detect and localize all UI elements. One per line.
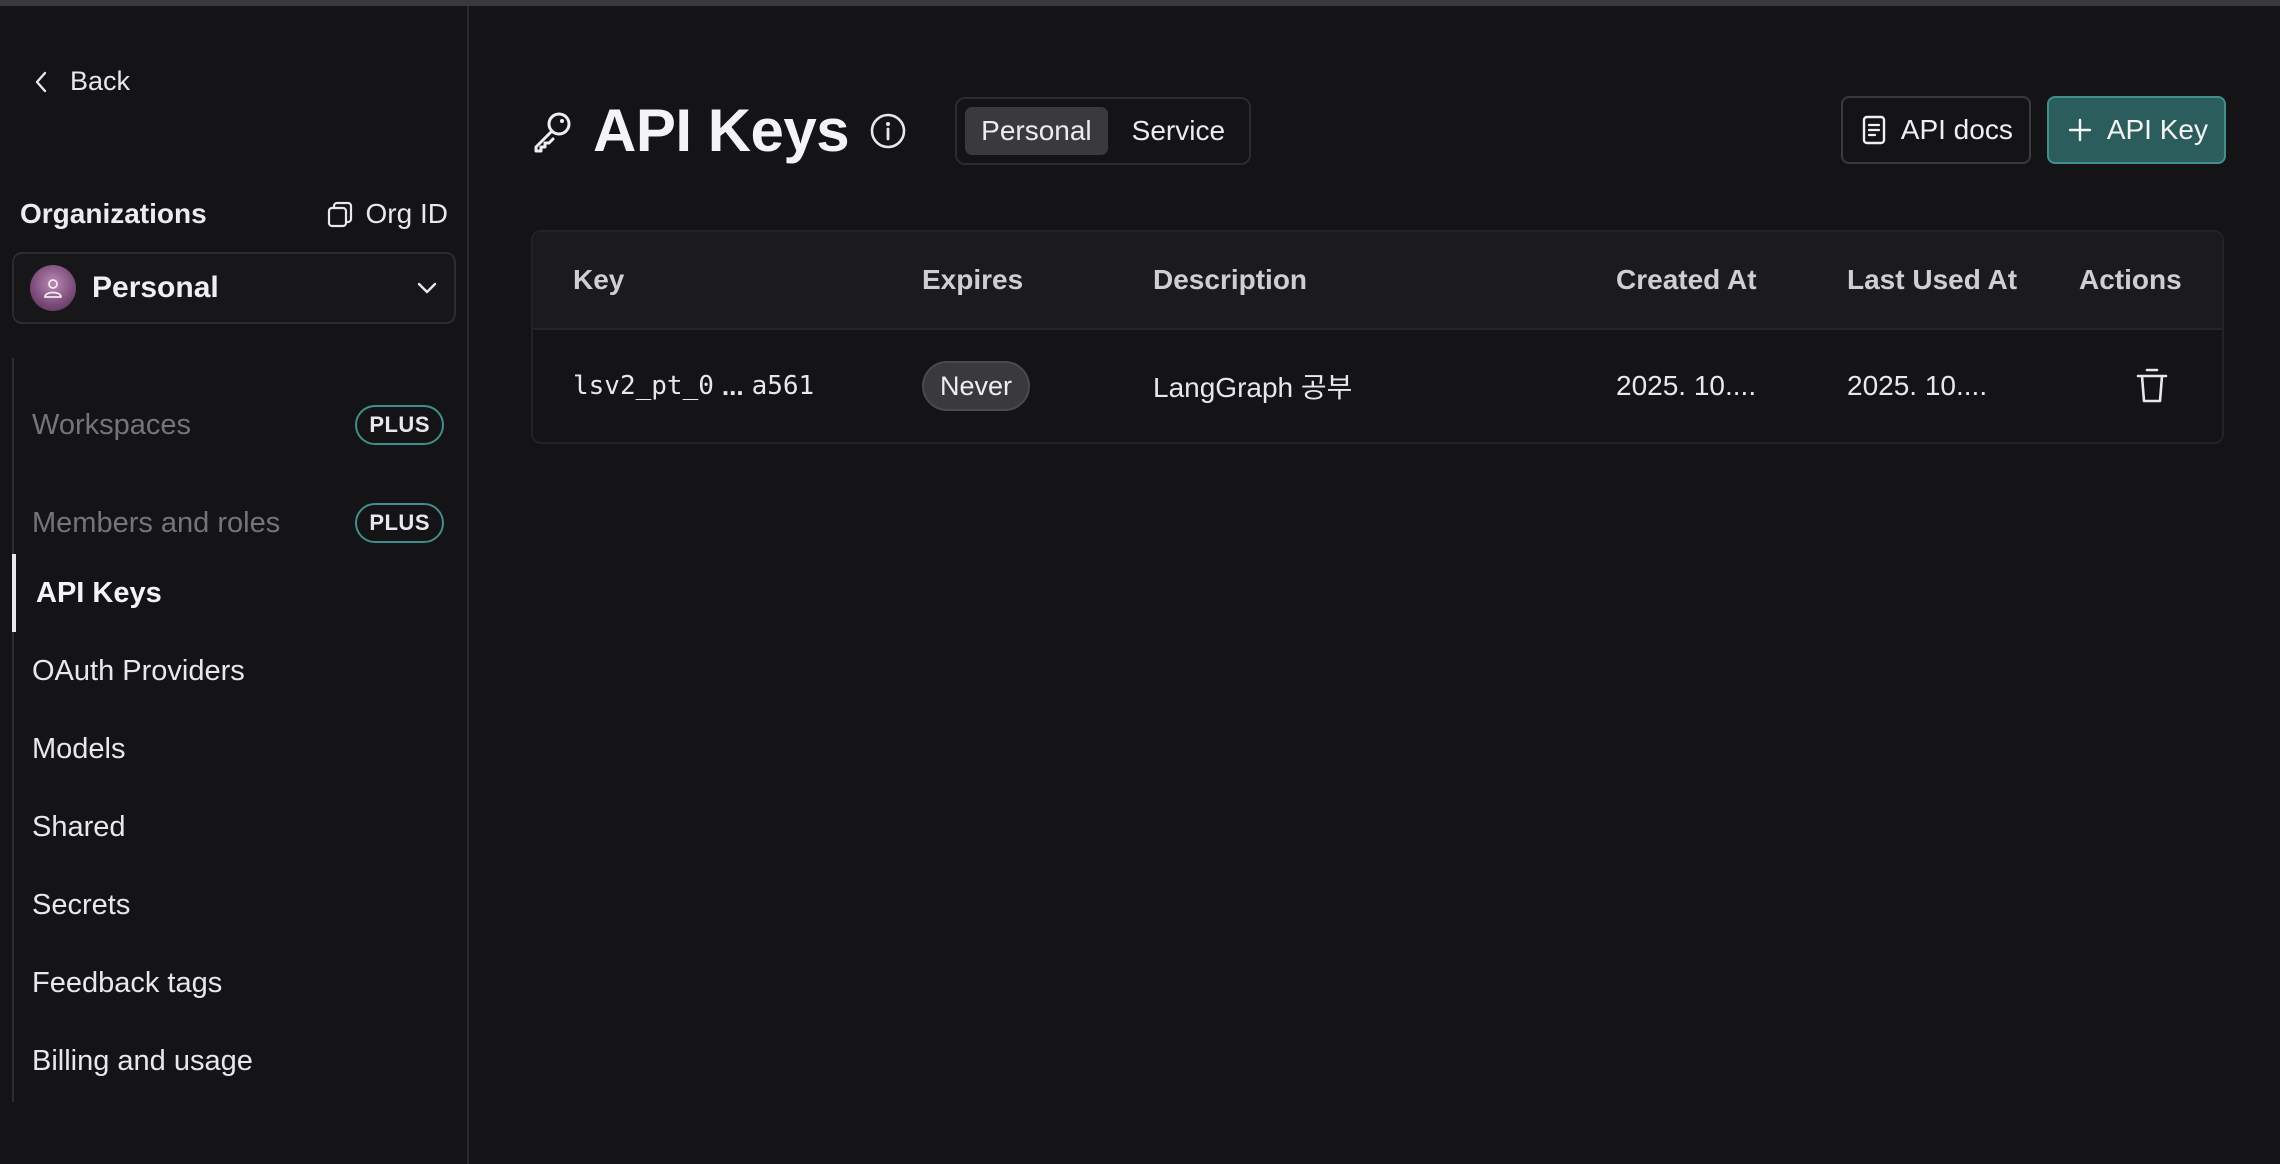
description-cell: LangGraph 공부 (1153, 372, 1353, 403)
page-header: API Keys Personal Service (531, 96, 1252, 165)
column-header-actions: Actions (2079, 264, 2182, 295)
key-icon (534, 112, 571, 152)
organization-selector[interactable]: Personal (12, 252, 456, 324)
api-docs-label: API docs (1900, 114, 2013, 145)
sidebar-item-models[interactable]: Models (14, 719, 458, 779)
add-api-key-label: API Key (2106, 114, 2208, 145)
user-icon (44, 279, 62, 298)
sidebar-item-label: Shared (32, 810, 126, 843)
tab-service[interactable]: Service (1116, 107, 1241, 155)
org-id-button[interactable]: Org ID (326, 198, 448, 230)
plus-badge: PLUS (355, 405, 444, 445)
column-header-key: Key (573, 264, 625, 295)
column-header-description: Description (1153, 264, 1308, 295)
sidebar: Back Organizations Org ID Personal Works… (0, 6, 469, 1164)
api-docs-button[interactable]: API docs (1840, 96, 2031, 164)
sidebar-item-label: OAuth Providers (32, 654, 245, 687)
sidebar-item-shared[interactable]: Shared (14, 797, 458, 857)
document-icon (1862, 115, 1885, 145)
sidebar-item-label: Workspaces (32, 408, 192, 441)
copy-icon (327, 201, 352, 228)
plus-badge: PLUS (355, 503, 444, 543)
created-at-cell: 2025. 10.... (1616, 370, 1757, 401)
key-ellipsis: ... (721, 370, 744, 401)
table-header: Key Expires Description Created At Last … (533, 232, 2222, 330)
back-label: Back (70, 66, 131, 96)
settings-nav: Workspaces PLUS Members and roles PLUS A… (12, 358, 456, 1102)
expires-cell: Never (922, 330, 1031, 442)
sidebar-item-feedback-tags[interactable]: Feedback tags (14, 953, 458, 1013)
table-row[interactable]: lsv2_pt_0 ... a561 Never LangGraph 공부 20… (533, 330, 2222, 442)
column-header-last-used-at: Last Used At (1847, 264, 2018, 295)
sidebar-item-members-and-roles[interactable]: Members and roles PLUS (14, 493, 458, 553)
key-type-tabs: Personal Service (955, 96, 1252, 165)
sidebar-item-label: Secrets (32, 888, 131, 921)
org-id-label: Org ID (365, 198, 448, 229)
key-prefix: lsv2_pt_0 (573, 371, 714, 401)
tab-personal[interactable]: Personal (965, 106, 1108, 155)
trash-icon (2136, 368, 2168, 403)
add-api-key-button[interactable]: API Key (2046, 96, 2226, 164)
avatar (30, 265, 76, 311)
back-button[interactable]: Back (34, 66, 130, 97)
sidebar-item-workspaces[interactable]: Workspaces PLUS (14, 395, 458, 455)
sidebar-item-label: API Keys (36, 576, 162, 609)
column-header-created-at: Created At (1616, 264, 1757, 295)
organizations-label: Organizations (20, 198, 207, 229)
sidebar-item-billing-and-usage[interactable]: Billing and usage (14, 1031, 458, 1091)
sidebar-item-oauth-providers[interactable]: OAuth Providers (14, 641, 458, 701)
chevron-down-icon (417, 282, 437, 294)
selected-org-name: Personal (92, 271, 219, 304)
last-used-at-cell: 2025. 10.... (1847, 370, 1988, 401)
delete-key-button[interactable] (2135, 330, 2169, 442)
page-title: API Keys (593, 97, 850, 164)
sidebar-item-label: Members and roles (32, 506, 281, 539)
expires-badge: Never (922, 361, 1031, 411)
organizations-header: Organizations Org ID (20, 198, 448, 230)
sidebar-item-api-keys[interactable]: API Keys (14, 563, 458, 623)
sidebar-item-label: Feedback tags (32, 966, 223, 999)
info-icon[interactable] (869, 112, 907, 150)
key-suffix: a561 (751, 371, 815, 401)
header-actions: API docs API Key (1840, 96, 2226, 164)
sidebar-item-secrets[interactable]: Secrets (14, 875, 458, 935)
api-keys-table: Key Expires Description Created At Last … (531, 230, 2224, 444)
plus-icon (2068, 118, 2092, 142)
chevron-left-icon (35, 71, 47, 92)
key-cell: lsv2_pt_0 ... a561 (573, 330, 814, 442)
column-header-expires: Expires (922, 264, 1024, 295)
sidebar-item-label: Models (32, 732, 126, 765)
sidebar-item-label: Billing and usage (32, 1044, 253, 1077)
main-content: API Keys Personal Service API docs API K… (471, 6, 2280, 1164)
